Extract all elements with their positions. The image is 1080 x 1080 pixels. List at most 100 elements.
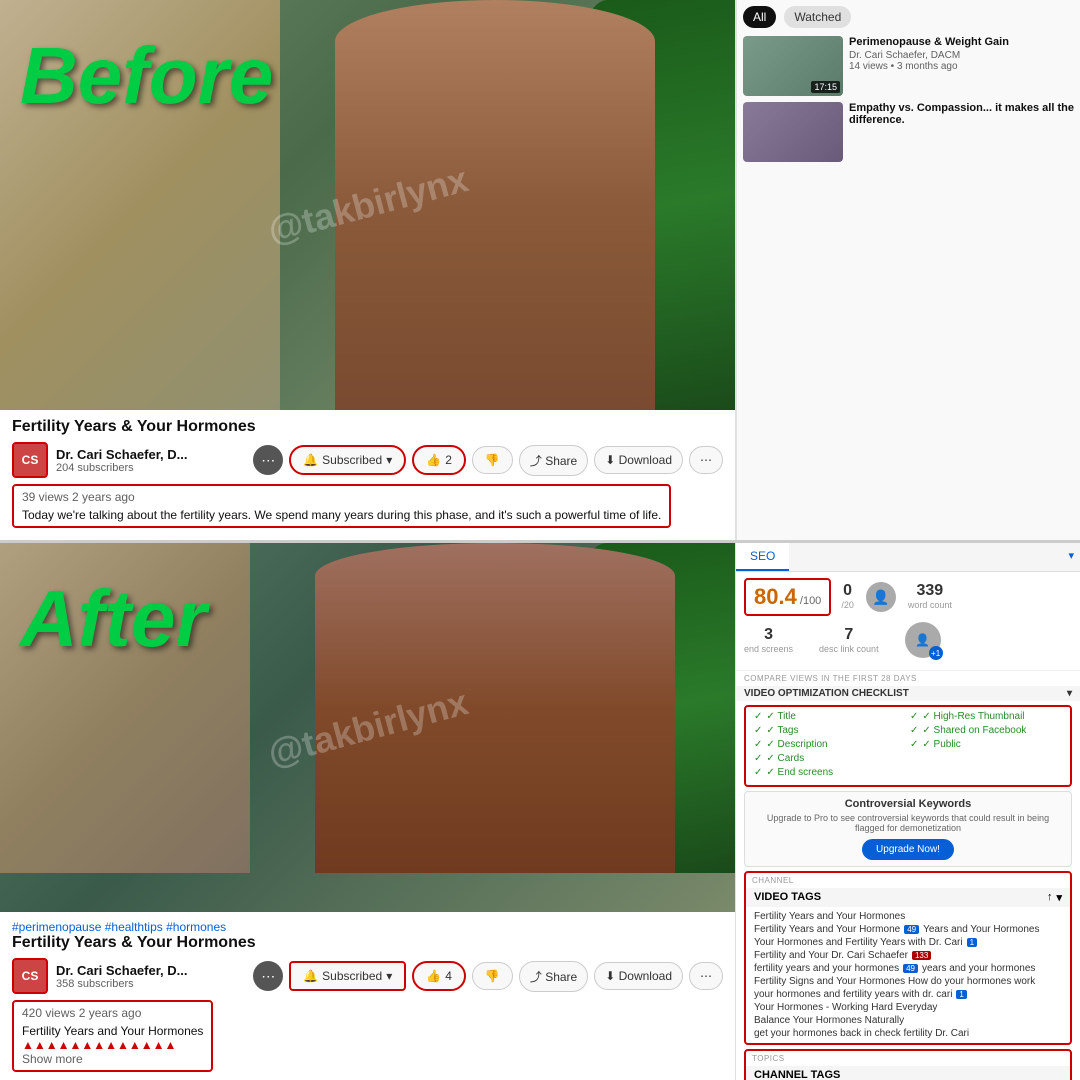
upgrade-button-bottom[interactable]: Upgrade Now!	[862, 839, 954, 860]
seo-tab-bottom[interactable]: SEO	[736, 543, 789, 571]
cb-title-label: ✓ Title	[766, 711, 796, 722]
tag-1: Fertility Years and Your Hormones	[754, 911, 1062, 922]
channel-row-top: CS Dr. Cari Schaefer, D... 204 subscribe…	[12, 442, 723, 478]
cb-tags-icon: ✓	[754, 725, 762, 736]
tab-all-top[interactable]: All	[743, 6, 776, 28]
tab-watched-top[interactable]: Watched	[784, 6, 851, 28]
download-button-top[interactable]: ⬇ Download	[594, 446, 683, 474]
more-button-bottom[interactable]: ⋯	[689, 962, 723, 990]
tag-4: Fertility and Your Dr. Cari Schaefer 133	[754, 950, 1062, 961]
share-icon-top: ⤴	[530, 454, 542, 468]
dislike-button-top[interactable]: 👎	[472, 446, 513, 474]
more-button-top[interactable]: ⋯	[689, 446, 723, 474]
dislike-button-bottom[interactable]: 👎	[472, 962, 513, 990]
channel-name-bottom: Dr. Cari Schaefer, D...	[56, 963, 245, 978]
tag-badge-3: 133	[912, 951, 931, 960]
description-top: Today we're talking about the fertility …	[22, 508, 661, 522]
share-button-bottom[interactable]: ⤴ Share	[519, 961, 588, 992]
dropdown-bottom[interactable]: ▾	[1062, 543, 1080, 571]
download-label-bottom: Download	[619, 969, 672, 983]
controversial-box-bottom: Controversial Keywords Upgrade to Pro to…	[744, 791, 1072, 867]
thumbup-icon-top: 👍	[426, 453, 441, 467]
like-count-bottom: 4	[445, 969, 452, 983]
thumb-1[interactable]: 17:15	[743, 36, 843, 96]
cb-hires-icon: ✓	[910, 711, 918, 722]
check-facebook-bottom: ✓ ✓ Shared on Facebook	[910, 725, 1062, 736]
chevron-icon-top: ▾	[386, 453, 392, 467]
tag-2-text: Fertility Years and Your Hormone	[754, 924, 900, 935]
chevron-icon-bottom: ▾	[386, 969, 392, 983]
tags-list-bottom: Fertility Years and Your Hormones Fertil…	[746, 907, 1070, 1043]
stat-num-2-bottom: 339	[908, 582, 952, 600]
video-panel-top: Before @takbirlynx Fertility Years & You…	[0, 0, 735, 540]
thumbdown-icon-bottom: 👎	[485, 969, 500, 983]
tag-5: fertility years and your hormones 49 yea…	[754, 963, 1062, 974]
tag-3: Your Hormones and Fertility Years with D…	[754, 937, 1062, 948]
seo-tab-bar-bottom: SEO ▾	[736, 543, 1080, 572]
suggested-item-2[interactable]: Empathy vs. Compassion... it makes all t…	[743, 102, 1080, 162]
download-button-bottom[interactable]: ⬇ Download	[594, 962, 683, 990]
check-endscreens-bottom: ✓ ✓ End screens	[754, 767, 906, 778]
stat-group-bottom: 0 /20 👤 339 word count	[841, 582, 952, 612]
check-desc-bottom: ✓ ✓ Description	[754, 739, 906, 750]
checklist-dropdown-bottom[interactable]: ▾	[1067, 688, 1072, 699]
channel-row-bottom: CS Dr. Cari Schaefer, D... 358 subscribe…	[12, 958, 723, 994]
menu-icon-top[interactable]: ⋯	[253, 445, 283, 475]
cb-cards-label: ✓ Cards	[766, 753, 804, 764]
channel-tags-title-bottom: CHANNEL TAGS	[754, 1069, 840, 1080]
video-tags-actions: ↑ ▾	[1047, 891, 1062, 904]
download-icon-bottom: ⬇	[605, 969, 615, 983]
bell-icon-bottom: 🔔	[303, 969, 318, 983]
share-button-top[interactable]: ⤴ Share	[519, 445, 588, 476]
end-screens-bottom: 3 end screens	[744, 626, 793, 654]
controversial-title-bottom: Controversial Keywords	[753, 798, 1063, 810]
channel-info-top: Dr. Cari Schaefer, D... 204 subscribers	[56, 447, 245, 474]
like-button-bottom[interactable]: 👍 4	[412, 961, 466, 991]
subscribe-label-bottom: Subscribed	[322, 969, 382, 983]
like-button-top[interactable]: 👍 2	[412, 445, 466, 475]
add-icon[interactable]: ↑	[1047, 891, 1053, 904]
action-buttons-bottom: ⋯ 🔔 Subscribed ▾ 👍 4 👎 ⤴	[253, 961, 723, 992]
avatar-bottom[interactable]: CS	[12, 958, 48, 994]
action-buttons-top: ⋯ 🔔 Subscribed ▾ 👍 2 👎 ⤴	[253, 445, 723, 476]
checklist-label-bottom: VIDEO OPTIMIZATION CHECKLIST	[744, 688, 909, 699]
desc-link-label-bottom: desc link count	[819, 644, 879, 654]
check-cards-bottom: ✓ ✓ Cards	[754, 753, 906, 764]
channel-tags-box-bottom: TOPICS CHANNEL TAGS Menopause perimenopa…	[744, 1049, 1072, 1080]
tag-badge-5: 1	[956, 990, 966, 999]
thumb-2[interactable]	[743, 102, 843, 162]
suggested-item-1[interactable]: 17:15 Perimenopause & Weight Gain Dr. Ca…	[743, 36, 1080, 96]
thumb-duration-1: 17:15	[811, 81, 840, 93]
menu-icon-bottom[interactable]: ⋯	[253, 961, 283, 991]
subscribe-button-bottom[interactable]: 🔔 Subscribed ▾	[289, 961, 406, 991]
score-row2-bottom: 3 end screens 7 desc link count 👤 +1	[744, 622, 1072, 658]
desc-link-bottom: 7 desc link count	[819, 626, 879, 654]
cb-fb-label: ✓ Shared on Facebook	[922, 725, 1026, 736]
avatar-icon-bottom: 👤	[866, 582, 896, 612]
cb-title-icon: ✓	[754, 711, 762, 722]
hashtags-bottom: #perimenopause #healthtips #hormones	[12, 920, 723, 934]
cb-public-icon: ✓	[910, 739, 918, 750]
share-label-top: Share	[545, 454, 577, 468]
views-box-top: 39 views 2 years ago Today we're talking…	[12, 484, 671, 528]
description-bottom: Fertility Years and Your Hormones	[22, 1024, 203, 1038]
stat-label-2-bottom: word count	[908, 600, 952, 610]
views-row-bottom: 420 views 2 years ago	[22, 1006, 203, 1020]
video-panel-bottom: After @takbirlynx #perimenopause #health…	[0, 543, 735, 1080]
show-more-bottom[interactable]: Show more	[22, 1052, 203, 1066]
thumb-title-2: Empathy vs. Compassion... it makes all t…	[849, 102, 1080, 126]
suggested-tabs-top: All Watched	[743, 6, 1080, 28]
video-info-bottom: #perimenopause #healthtips #hormones Fer…	[0, 912, 735, 1080]
views-box-bottom: 420 views 2 years ago Fertility Years an…	[12, 1000, 213, 1072]
score-number-bottom: 80.4	[754, 584, 797, 609]
video-tags-title-bottom: VIDEO TAGS	[754, 891, 821, 904]
avatar-top[interactable]: CS	[12, 442, 48, 478]
tag-6: Fertility Signs and Your Hormones How do…	[754, 976, 1062, 987]
subscribe-button-top[interactable]: 🔔 Subscribed ▾	[289, 445, 406, 475]
thumb-title-1: Perimenopause & Weight Gain	[849, 36, 1080, 48]
cb-desc-label: ✓ Description	[766, 739, 827, 750]
vtags-dropdown[interactable]: ▾	[1056, 891, 1062, 904]
video-thumbnail-after[interactable]: After @takbirlynx	[0, 543, 735, 912]
video-thumbnail-before[interactable]: Before @takbirlynx	[0, 0, 735, 410]
subscriber-count-top: 204 subscribers	[56, 462, 245, 474]
